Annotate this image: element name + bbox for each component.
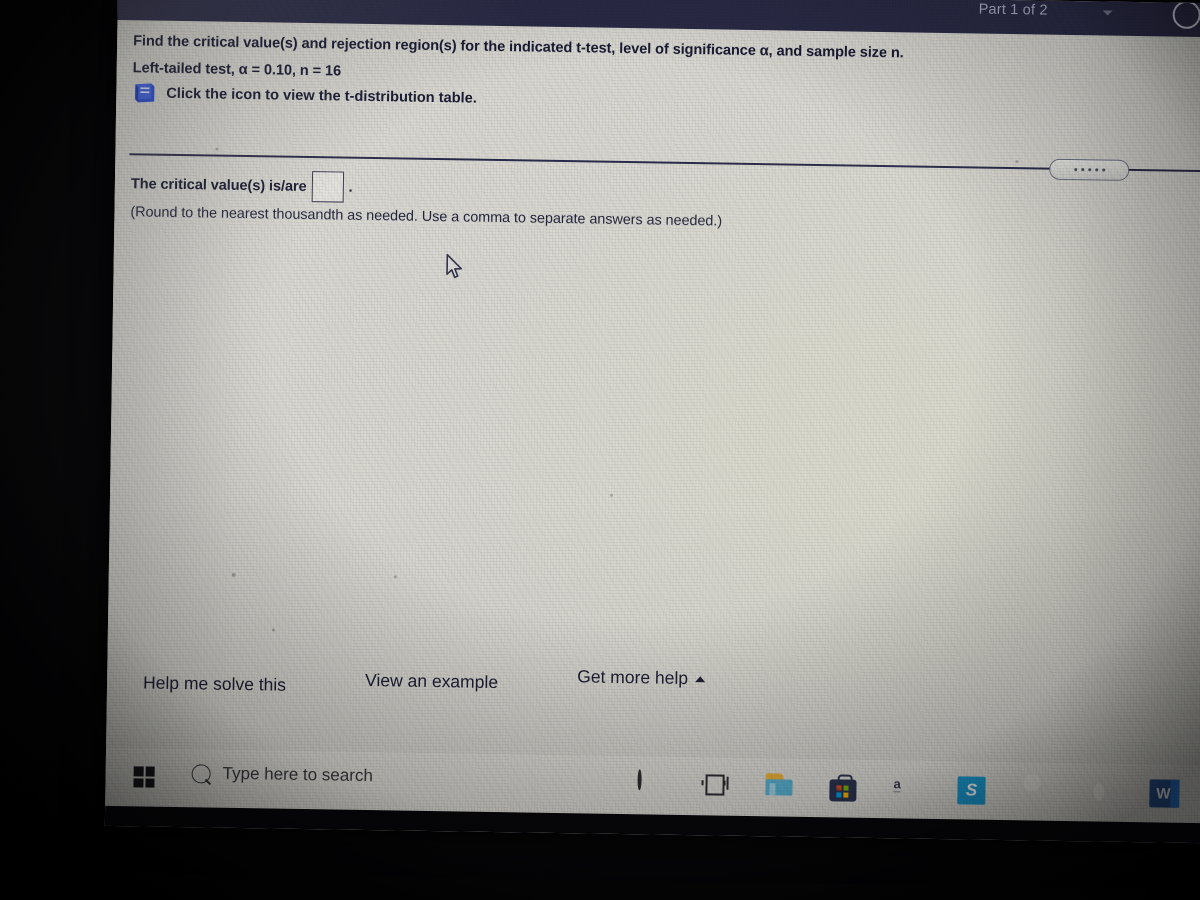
answer-prompt-label: The critical value(s) is/are — [130, 175, 307, 195]
taskbar-pinned-apps: a S W IG — [637, 762, 1200, 820]
search-icon — [191, 763, 211, 784]
file-explorer-icon[interactable] — [765, 773, 795, 803]
a-app-label: a — [893, 776, 901, 793]
critical-value-input[interactable] — [311, 171, 344, 203]
scribd-app-icon[interactable]: S — [957, 776, 987, 806]
taskbar-search-box[interactable]: Type here to search — [191, 763, 373, 786]
chevron-down-icon[interactable] — [1102, 10, 1113, 16]
windows-start-icon[interactable] — [133, 766, 155, 788]
view-an-example-link[interactable]: View an example — [365, 670, 498, 693]
word-app-label: W — [1156, 784, 1171, 803]
more-options-dots-icon[interactable] — [1049, 158, 1130, 181]
task-view-icon[interactable] — [701, 772, 731, 802]
help-links-row: Help me solve this View an example Get m… — [143, 654, 804, 710]
scribd-app-label: S — [957, 776, 986, 805]
microsoft-edge-icon[interactable] — [1021, 774, 1051, 807]
laptop-screen-photo: Part 1 of 2 Find the critical value(s) a… — [0, 0, 1200, 900]
blue-book-icon[interactable] — [132, 82, 157, 103]
question-page: Find the critical value(s) and rejection… — [104, 19, 1200, 844]
cortana-icon[interactable] — [637, 769, 667, 801]
rounding-instruction: (Round to the nearest thousandth as need… — [130, 204, 723, 230]
section-divider — [129, 153, 1200, 181]
answer-section: The critical value(s) is/are . (Round to… — [130, 168, 723, 230]
microsoft-store-icon[interactable] — [829, 774, 859, 804]
get-more-help-label: Get more help — [577, 666, 689, 689]
microsoft-word-icon[interactable]: W — [1149, 779, 1180, 809]
answer-period: . — [348, 179, 353, 196]
caret-up-icon — [695, 676, 706, 683]
answer-prompt-row: The critical value(s) is/are . — [131, 168, 723, 208]
t-distribution-table-link[interactable]: Click the icon to view the t-distributio… — [132, 82, 477, 108]
taskbar-search-placeholder: Type here to search — [222, 763, 374, 786]
part-progress-label: Part 1 of 2 — [978, 1, 1048, 19]
get-more-help-button[interactable]: Get more help — [577, 666, 706, 689]
mouse-cursor — [445, 253, 465, 285]
t-table-link-label[interactable]: Click the icon to view the t-distributio… — [166, 85, 477, 106]
monitor-screen: Part 1 of 2 Find the critical value(s) a… — [104, 0, 1200, 844]
a-app-icon[interactable]: a — [893, 775, 923, 805]
divider-rule — [129, 153, 1200, 172]
circle-avatar-icon[interactable] — [1172, 0, 1200, 30]
help-me-solve-this-link[interactable]: Help me solve this — [143, 672, 286, 695]
opera-browser-icon[interactable] — [1085, 778, 1115, 808]
